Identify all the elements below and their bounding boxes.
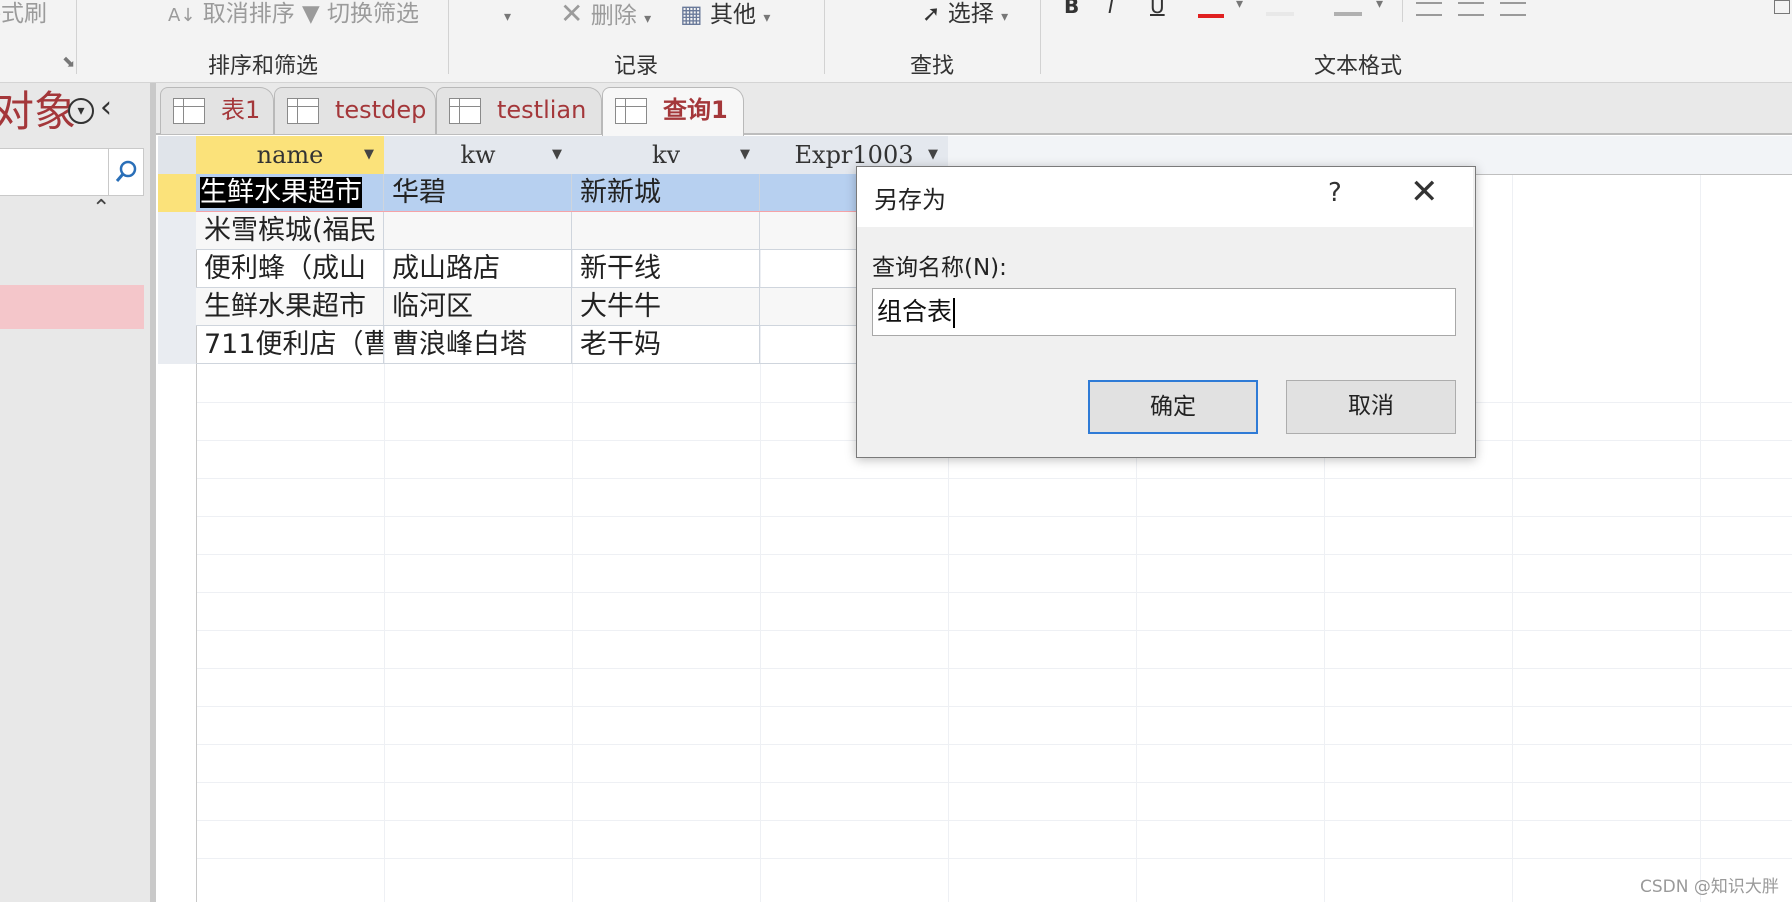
pointer-icon: ➚ <box>922 2 941 27</box>
toggle-filter-button[interactable]: ▼ 切换筛选 <box>302 0 419 28</box>
watermark: CSDN @知识大胖 <box>1640 877 1779 897</box>
nav-pane-splitter[interactable] <box>150 83 156 902</box>
group-separator <box>76 0 77 74</box>
table-icon <box>173 98 205 124</box>
group-label-sort-filter: 排序和筛选 <box>208 54 319 79</box>
italic-button[interactable]: I <box>1108 0 1114 20</box>
select-button[interactable]: ➚ 选择 ▾ <box>922 0 1008 31</box>
column-header-kw[interactable]: kw ▼ <box>384 136 573 175</box>
query-icon <box>615 98 647 124</box>
nav-search-input[interactable] <box>0 148 109 196</box>
align-left-icon[interactable] <box>1416 2 1442 16</box>
group-label-records: 记录 <box>614 54 659 79</box>
ribbon: 格式刷 ⬊ A↓ 取消排序 ▼ 切换筛选 排序和筛选 ▾ ✕ 删除 ▾ ▦ 其他… <box>0 0 1792 83</box>
cancel-button[interactable]: 取消 <box>1286 380 1456 434</box>
dialog-titlebar[interactable] <box>857 167 1473 227</box>
row-selector[interactable] <box>158 288 197 327</box>
collapse-pane-icon[interactable]: ‹ <box>100 90 112 125</box>
dialog-title: 另存为 <box>874 186 946 214</box>
more-button[interactable]: ▦ 其他 ▾ <box>680 0 770 32</box>
chevron-down-icon[interactable]: ▾ <box>1236 0 1243 12</box>
nav-selected-item[interactable] <box>0 285 144 329</box>
text-cursor <box>953 298 956 328</box>
bold-button[interactable]: B <box>1064 0 1079 20</box>
group-separator <box>1402 0 1403 22</box>
dialog-launcher-icon[interactable] <box>1774 0 1790 14</box>
table-cell[interactable]: 临河区 <box>384 288 572 326</box>
navigation-pane <box>0 83 150 902</box>
dialog-launcher-icon[interactable]: ⬊ <box>62 52 75 71</box>
group-label-text-format: 文本格式 <box>1314 54 1403 79</box>
table-cell[interactable]: 米雪槟城(福民 <box>196 212 384 250</box>
chevron-up-icon[interactable]: ⌃ <box>92 196 110 221</box>
font-color-icon[interactable] <box>1198 0 1224 18</box>
ok-button[interactable]: 确定 <box>1088 380 1258 434</box>
clear-sort-icon: A↓ <box>168 5 196 26</box>
chevron-down-icon: ▾ <box>763 10 771 26</box>
delete-button[interactable]: ✕ 删除 ▾ <box>560 0 651 33</box>
table-cell[interactable]: 生鲜水果超市 <box>196 288 384 326</box>
tab-testlian[interactable]: testlian <box>436 87 602 134</box>
table-cell[interactable]: 大牛牛 <box>572 288 760 326</box>
table-icon: ▦ <box>680 0 703 28</box>
table-cell[interactable]: 新干线 <box>572 250 760 288</box>
close-icon[interactable]: ✕ <box>1410 174 1439 210</box>
chevron-down-icon[interactable]: ▼ <box>364 136 374 174</box>
column-header-name[interactable]: name ▼ <box>196 136 385 175</box>
more-records-dropdown[interactable]: ▾ <box>504 0 511 31</box>
align-right-icon[interactable] <box>1500 2 1526 16</box>
nav-options-icon[interactable]: ▾ <box>68 98 94 124</box>
row-selector[interactable] <box>158 212 197 251</box>
table-icon <box>449 98 481 124</box>
help-button[interactable]: ? <box>1328 178 1342 208</box>
chevron-down-icon: ▾ <box>1001 9 1009 25</box>
select-all-button[interactable] <box>158 136 197 175</box>
table-cell[interactable]: 老干妈 <box>572 326 760 364</box>
nav-pane-title[interactable]: 对象 <box>0 86 76 138</box>
row-selector[interactable] <box>158 326 197 365</box>
table-cell[interactable]: 曹浪峰白塔 <box>384 326 572 364</box>
delete-icon: ✕ <box>560 0 584 30</box>
column-header-kv[interactable]: kv ▼ <box>572 136 761 175</box>
tab-query1[interactable]: 查询1 <box>602 87 744 136</box>
row-selector[interactable] <box>158 174 197 213</box>
query-name-label: 查询名称(N): <box>872 255 1007 281</box>
group-separator <box>448 0 449 74</box>
group-label-find: 查找 <box>910 54 955 79</box>
group-separator <box>1040 0 1041 74</box>
row-selector[interactable] <box>158 250 197 289</box>
format-painter-button[interactable]: 格式刷 <box>0 0 47 28</box>
chevron-down-icon: ▾ <box>504 9 512 25</box>
underline-button[interactable]: U <box>1150 0 1165 20</box>
table-cell[interactable]: 华碧 <box>384 174 572 212</box>
chevron-down-icon: ▾ <box>644 11 652 27</box>
tab-table1[interactable]: 表1 <box>160 87 274 134</box>
table-cell[interactable]: 新新城 <box>572 174 760 212</box>
query-name-input[interactable]: 组合表 <box>872 288 1456 336</box>
chevron-down-icon[interactable]: ▾ <box>1376 0 1383 12</box>
search-icon[interactable] <box>108 148 144 196</box>
row-selector-empty <box>158 364 197 902</box>
align-center-icon[interactable] <box>1458 2 1484 16</box>
highlight-color-icon[interactable] <box>1266 0 1294 16</box>
clear-sort-button[interactable]: A↓ 取消排序 <box>168 0 295 30</box>
chevron-down-icon[interactable]: ▼ <box>740 136 750 174</box>
table-cell[interactable]: 便利蜂（成山 <box>196 250 384 288</box>
table-cell[interactable] <box>572 212 760 250</box>
query-name-value: 组合表 <box>877 297 953 326</box>
fill-color-icon[interactable] <box>1334 0 1362 16</box>
tab-testdep[interactable]: testdep <box>274 87 436 134</box>
table-cell[interactable]: 生鲜水果超市 <box>196 174 384 212</box>
chevron-down-icon[interactable]: ▼ <box>552 136 562 174</box>
table-cell[interactable]: 成山路店 <box>384 250 572 288</box>
table-cell[interactable]: 711便利店（曹 <box>196 326 384 364</box>
group-separator <box>824 0 825 74</box>
table-icon <box>287 98 319 124</box>
filter-icon: ▼ <box>302 1 320 27</box>
table-cell[interactable] <box>384 212 572 250</box>
